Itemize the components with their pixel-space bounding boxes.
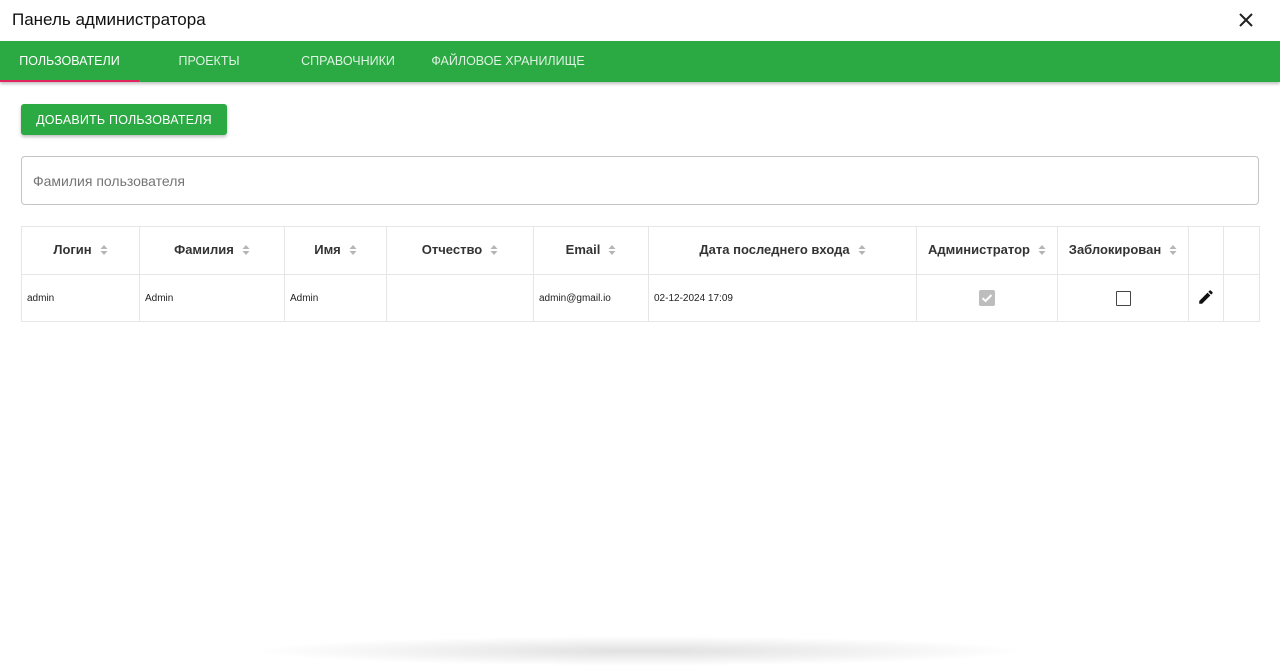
column-header-last-name[interactable]: Фамилия (139, 226, 285, 275)
cell-patronymic (386, 274, 534, 322)
cell-email: admin@gmail.io (533, 274, 649, 322)
search-input[interactable] (21, 156, 1259, 205)
column-header-label: Фамилия (174, 242, 234, 258)
tab-references[interactable]: Справочники (290, 41, 406, 82)
table-header-row: Логин Фамилия Имя Отчество Email Дата по… (21, 226, 1260, 275)
blocked-checkbox[interactable] (1115, 290, 1131, 306)
column-header-admin[interactable]: Администратор (916, 226, 1058, 275)
column-header-label: Администратор (928, 242, 1030, 258)
cell-edit (1188, 274, 1224, 322)
cell-last-login: 02-12-2024 17:09 (648, 274, 917, 322)
sort-icon[interactable] (1038, 244, 1046, 259)
admin-checkbox (979, 290, 995, 306)
column-header-label: Имя (314, 242, 341, 258)
column-header-label: Заблокирован (1068, 242, 1162, 258)
tab-file-storage[interactable]: Файловое хранилище (420, 41, 596, 82)
column-header-first-name[interactable]: Имя (284, 226, 387, 275)
cell-admin (916, 274, 1058, 322)
users-table: Логин Фамилия Имя Отчество Email Дата по… (21, 226, 1260, 322)
column-header-patronymic[interactable]: Отчество (386, 226, 534, 275)
tab-users[interactable]: Пользователи (0, 41, 139, 82)
tab-bar: Пользователи Проекты Справочники Файлово… (0, 41, 1280, 82)
sort-icon[interactable] (490, 244, 498, 259)
column-header-extra (1223, 226, 1260, 275)
sort-icon[interactable] (349, 244, 357, 259)
column-header-label: Email (565, 242, 601, 258)
cell-blocked (1057, 274, 1189, 322)
column-header-email[interactable]: Email (533, 226, 649, 275)
column-header-label: Дата последнего входа (699, 242, 850, 258)
cell-first-name: Admin (284, 274, 387, 322)
column-header-login[interactable]: Логин (21, 226, 140, 275)
column-header-last-login[interactable]: Дата последнего входа (648, 226, 917, 275)
sort-icon[interactable] (858, 244, 866, 259)
cell-extra (1223, 274, 1260, 322)
sort-icon[interactable] (100, 244, 108, 259)
sort-icon[interactable] (608, 244, 616, 259)
column-header-blocked[interactable]: Заблокирован (1057, 226, 1189, 275)
column-header-actions (1188, 226, 1224, 275)
cell-login: admin (21, 274, 140, 322)
title-bar: Панель администратора (0, 0, 1280, 41)
sort-icon[interactable] (1169, 244, 1177, 259)
add-user-button[interactable]: Добавить пользователя (21, 104, 227, 135)
close-icon[interactable] (1234, 8, 1258, 32)
column-header-label: Отчество (421, 242, 483, 258)
column-header-label: Логин (53, 242, 92, 258)
cell-last-name: Admin (139, 274, 285, 322)
sort-icon[interactable] (242, 244, 250, 259)
bottom-shadow (250, 636, 1030, 666)
table-row[interactable]: admin Admin Admin admin@gmail.io 02-12-2… (21, 274, 1260, 322)
tab-projects[interactable]: Проекты (162, 41, 256, 82)
edit-icon[interactable] (1197, 288, 1215, 309)
window-title: Панель администратора (12, 10, 206, 29)
